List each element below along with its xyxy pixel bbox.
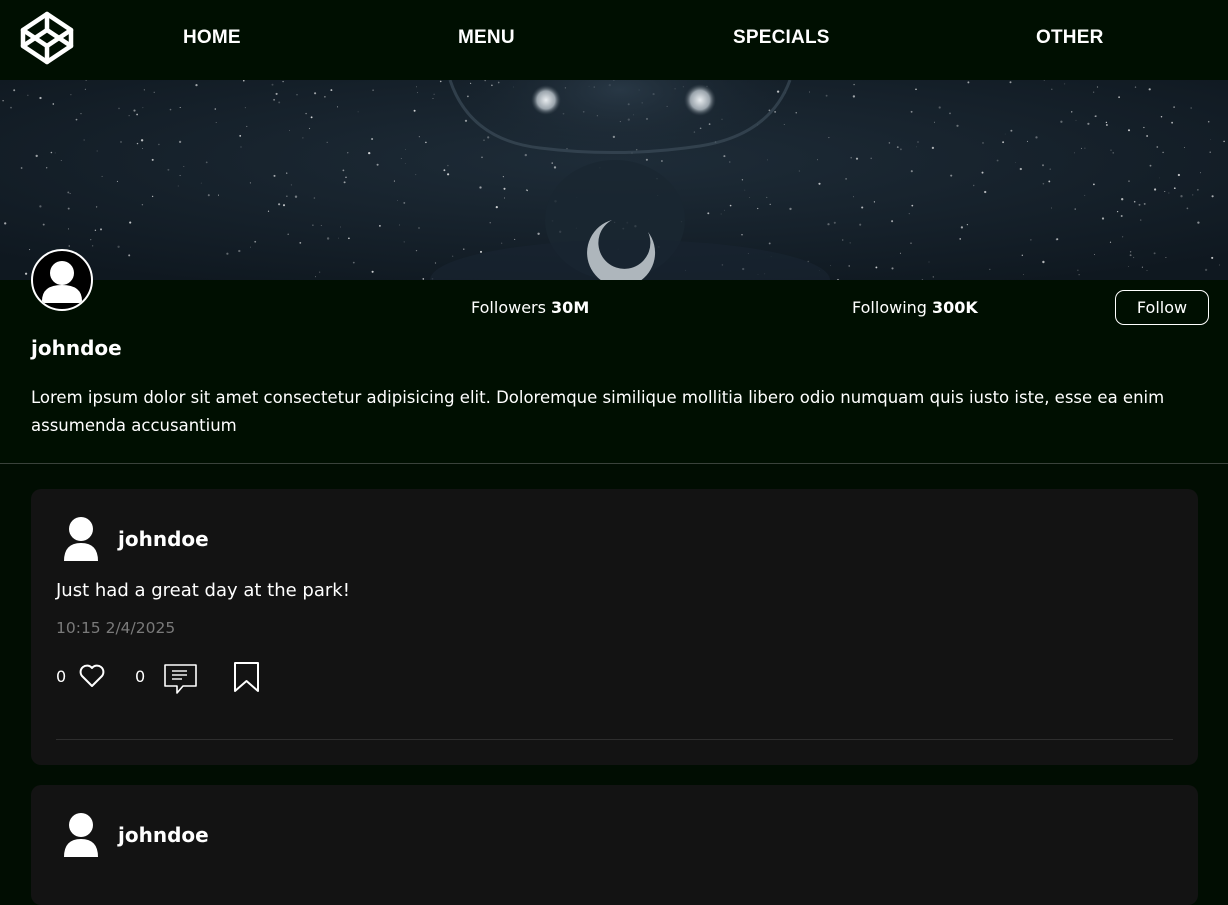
following-count: 300K xyxy=(932,298,978,317)
profile-username: johndoe xyxy=(31,336,122,360)
codepen-logo-icon[interactable] xyxy=(18,9,76,67)
followers-count: 30M xyxy=(551,298,590,317)
post-divider xyxy=(56,739,1173,740)
user-icon[interactable] xyxy=(60,515,102,561)
user-icon[interactable] xyxy=(60,811,102,857)
nav-specials[interactable]: SPECIALS xyxy=(733,27,830,49)
post-username[interactable]: johndoe xyxy=(118,823,209,847)
nav-menu[interactable]: MENU xyxy=(458,27,515,49)
follow-button[interactable]: Follow xyxy=(1115,290,1209,325)
followers-stat[interactable]: Followers 30M xyxy=(471,298,589,317)
bookmark-icon[interactable] xyxy=(233,661,261,697)
following-stat[interactable]: Following 300K xyxy=(852,298,978,317)
nav-home[interactable]: HOME xyxy=(183,27,241,49)
post-card: johndoe Just had a great day at the park… xyxy=(31,489,1198,765)
followers-label: Followers xyxy=(471,298,546,317)
heart-icon[interactable] xyxy=(78,663,106,693)
following-label: Following xyxy=(852,298,927,317)
profile-section: Followers 30M Following 300K Follow john… xyxy=(0,249,1228,464)
comment-icon[interactable] xyxy=(163,663,199,699)
post-timestamp: 10:15 2/4/2025 xyxy=(56,619,176,637)
post-username[interactable]: johndoe xyxy=(118,527,209,551)
profile-bio: Lorem ipsum dolor sit amet consectetur a… xyxy=(31,388,1165,435)
nav-other[interactable]: OTHER xyxy=(1036,27,1104,49)
profile-banner-image xyxy=(0,80,1228,280)
profile-avatar[interactable] xyxy=(31,249,93,311)
like-count: 0 xyxy=(56,667,67,686)
post-card: johndoe xyxy=(31,785,1198,905)
post-text: Just had a great day at the park! xyxy=(56,580,350,601)
comment-count: 0 xyxy=(135,667,146,686)
top-navigation-bar: HOME MENU SPECIALS OTHER xyxy=(0,0,1228,80)
user-icon xyxy=(42,261,82,303)
